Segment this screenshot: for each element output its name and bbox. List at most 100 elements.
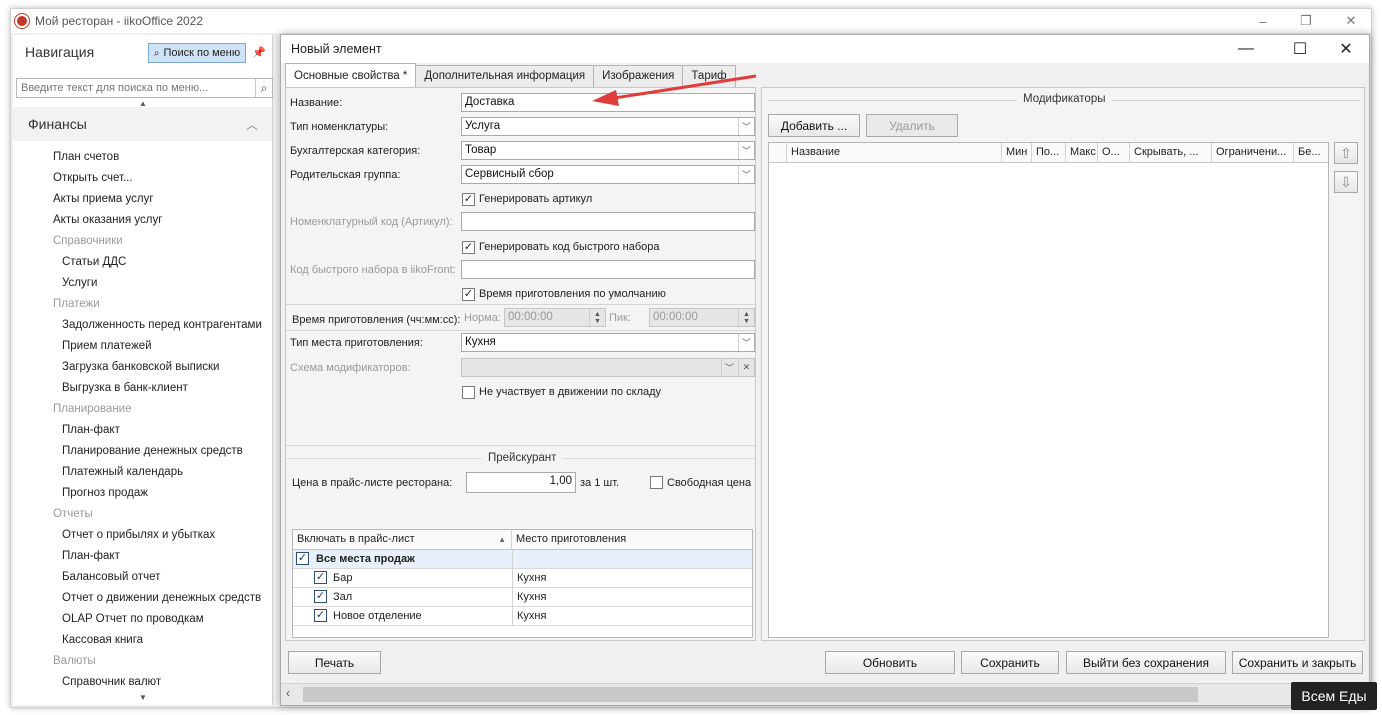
nav-item[interactable]: Платежный календарь	[13, 462, 272, 483]
nav-item[interactable]: Прогноз продаж	[13, 483, 272, 504]
nav-item[interactable]: Кассовая книга	[13, 630, 272, 651]
nav-item[interactable]: Отчет о прибылях и убытках	[13, 525, 272, 546]
nav-item[interactable]: Открыть счет...	[13, 168, 272, 189]
no-stock-checkbox[interactable]	[462, 386, 475, 399]
chevron-up-icon[interactable]: ︿	[246, 116, 258, 133]
modifier-column-header[interactable]: Название	[787, 143, 1002, 162]
add-modifier-button[interactable]: Добавить ...	[768, 114, 860, 137]
col-include[interactable]: Включать в прайс-лист ▲	[293, 530, 512, 549]
chevron-down-icon[interactable]: ﹀	[738, 118, 754, 135]
modifier-column-header[interactable]: Ограничени...	[1212, 143, 1294, 162]
divider	[286, 445, 755, 446]
modifier-column-header[interactable]: Скрывать, ...	[1130, 143, 1212, 162]
tab-additional-info[interactable]: Дополнительная информация	[415, 65, 595, 87]
modifier-scheme-select[interactable]: ﹀ ✕	[461, 358, 755, 377]
restore-button[interactable]: ❐	[1286, 11, 1326, 31]
accounting-category-select[interactable]: Товар ﹀	[461, 141, 755, 160]
nav-item[interactable]: Акты оказания услуг	[13, 210, 272, 231]
modifier-column-header[interactable]: Мин	[1002, 143, 1032, 162]
divider	[286, 304, 755, 305]
nav-item[interactable]: Планирование денежных средств	[13, 441, 272, 462]
type-select[interactable]: Услуга ﹀	[461, 117, 755, 136]
pin-icon[interactable]: 📌	[252, 46, 266, 59]
nav-item[interactable]: План счетов	[13, 147, 272, 168]
close-app-button[interactable]: ✕	[1331, 11, 1371, 31]
watermark-badge: Всем Еды	[1291, 682, 1377, 710]
horizontal-scrollbar[interactable]: ‹	[281, 683, 1369, 705]
nav-item[interactable]: План-факт	[13, 420, 272, 441]
type-value: Услуга	[465, 120, 501, 132]
row-checkbox[interactable]: ✓	[314, 609, 327, 622]
table-row[interactable]: ✓ Бар Кухня	[293, 569, 752, 588]
dialog-minimize-icon[interactable]: ―	[1231, 39, 1261, 59]
row-checkbox[interactable]: ✓	[314, 590, 327, 603]
menu-search-button[interactable]: ⌕ Поиск по меню	[148, 43, 246, 63]
gen-article-checkbox[interactable]	[462, 193, 475, 206]
nav-item[interactable]: Справочник валют	[13, 672, 272, 693]
nav-item[interactable]: Отчет о движении денежных средств	[13, 588, 272, 609]
refresh-button[interactable]: Обновить	[825, 651, 955, 674]
minimize-button[interactable]: –	[1243, 11, 1283, 31]
spinner-icon[interactable]: ▲ ▼	[589, 309, 605, 326]
price-grid-header: Включать в прайс-лист ▲ Место приготовлен…	[293, 530, 752, 550]
move-down-icon[interactable]: ⇩	[1334, 171, 1358, 193]
chevron-down-icon[interactable]: ﹀	[738, 334, 754, 351]
nav-search-input[interactable]	[16, 78, 273, 98]
nav-item[interactable]: Услуги	[13, 273, 272, 294]
free-price-checkbox[interactable]	[650, 476, 663, 489]
nav-item[interactable]: Задолженность перед контрагентами	[13, 315, 272, 336]
gen-article-label: Генерировать артикул	[479, 193, 593, 205]
remove-modifier-button[interactable]: Удалить	[866, 114, 958, 137]
save-and-close-button[interactable]: Сохранить и закрыть	[1232, 651, 1363, 674]
nav-search-icon[interactable]: ⌕	[255, 79, 272, 97]
nav-group-finance[interactable]: Финансы ︿	[13, 107, 272, 141]
peak-time-input[interactable]: 00:00:00 ▲ ▼	[649, 308, 755, 327]
price-label: Цена в прайс-листе ресторана:	[292, 477, 453, 489]
spinner-icon[interactable]: ▲ ▼	[738, 309, 754, 326]
modifier-column-header[interactable]: Макс	[1066, 143, 1098, 162]
nav-item[interactable]: Прием платежей	[13, 336, 272, 357]
scroll-thumb[interactable]	[303, 687, 1198, 702]
chevron-down-icon[interactable]: ﹀	[721, 359, 737, 376]
save-button[interactable]: Сохранить	[961, 651, 1059, 674]
col-place[interactable]: Место приготовления	[512, 530, 752, 549]
nav-item[interactable]: Статьи ДДС	[13, 252, 272, 273]
name-label: Название:	[290, 97, 343, 109]
gen-fastcode-checkbox[interactable]	[462, 241, 475, 254]
print-button[interactable]: Печать	[288, 651, 381, 674]
chevron-down-icon[interactable]: ﹀	[738, 142, 754, 159]
article-input[interactable]	[461, 212, 755, 231]
nav-item[interactable]: Выгрузка в банк-клиент	[13, 378, 272, 399]
dialog-title: Новый элемент	[281, 35, 1369, 63]
parent-group-select[interactable]: Сервисный сбор ﹀	[461, 165, 755, 184]
modifier-column-header[interactable]: О...	[1098, 143, 1130, 162]
norm-time-input[interactable]: 00:00:00 ▲ ▼	[504, 308, 606, 327]
nav-item[interactable]: OLAP Отчет по проводкам	[13, 609, 272, 630]
fastcode-input[interactable]	[461, 260, 755, 279]
nav-item[interactable]: Акты приема услуг	[13, 189, 272, 210]
modifier-column-header[interactable]: По...	[1032, 143, 1066, 162]
nav-item[interactable]: План-факт	[13, 546, 272, 567]
nav-item[interactable]: Загрузка банковской выписки	[13, 357, 272, 378]
chevron-down-icon[interactable]: ﹀	[738, 166, 754, 183]
annotation-arrow-icon	[592, 74, 757, 106]
tab-main-properties[interactable]: Основные свойства *	[285, 63, 417, 87]
row-place: Кухня	[512, 607, 546, 626]
table-row[interactable]: ✓ Новое отделение Кухня	[293, 607, 752, 626]
clear-icon[interactable]: ✕	[738, 359, 754, 376]
all-places-checkbox[interactable]: ✓	[296, 552, 309, 565]
exit-without-saving-button[interactable]: Выйти без сохранения	[1066, 651, 1226, 674]
scroll-left-icon[interactable]: ‹	[286, 686, 290, 700]
dialog-close-icon[interactable]: ✕	[1331, 39, 1361, 59]
dialog-maximize-icon[interactable]: ☐	[1285, 39, 1315, 59]
table-row[interactable]: ✓ Зал Кухня	[293, 588, 752, 607]
nav-scroll-down-icon[interactable]: ▼	[139, 693, 147, 702]
nav-item[interactable]: Балансовый отчет	[13, 567, 272, 588]
default-time-checkbox[interactable]	[462, 288, 475, 301]
price-input[interactable]: 1,00	[466, 472, 576, 493]
move-up-icon[interactable]: ⇧	[1334, 142, 1358, 164]
nav-category: Планирование	[53, 403, 132, 415]
row-checkbox[interactable]: ✓	[314, 571, 327, 584]
table-row[interactable]: ✓ Все места продаж	[293, 550, 752, 569]
cook-place-select[interactable]: Кухня ﹀	[461, 333, 755, 352]
